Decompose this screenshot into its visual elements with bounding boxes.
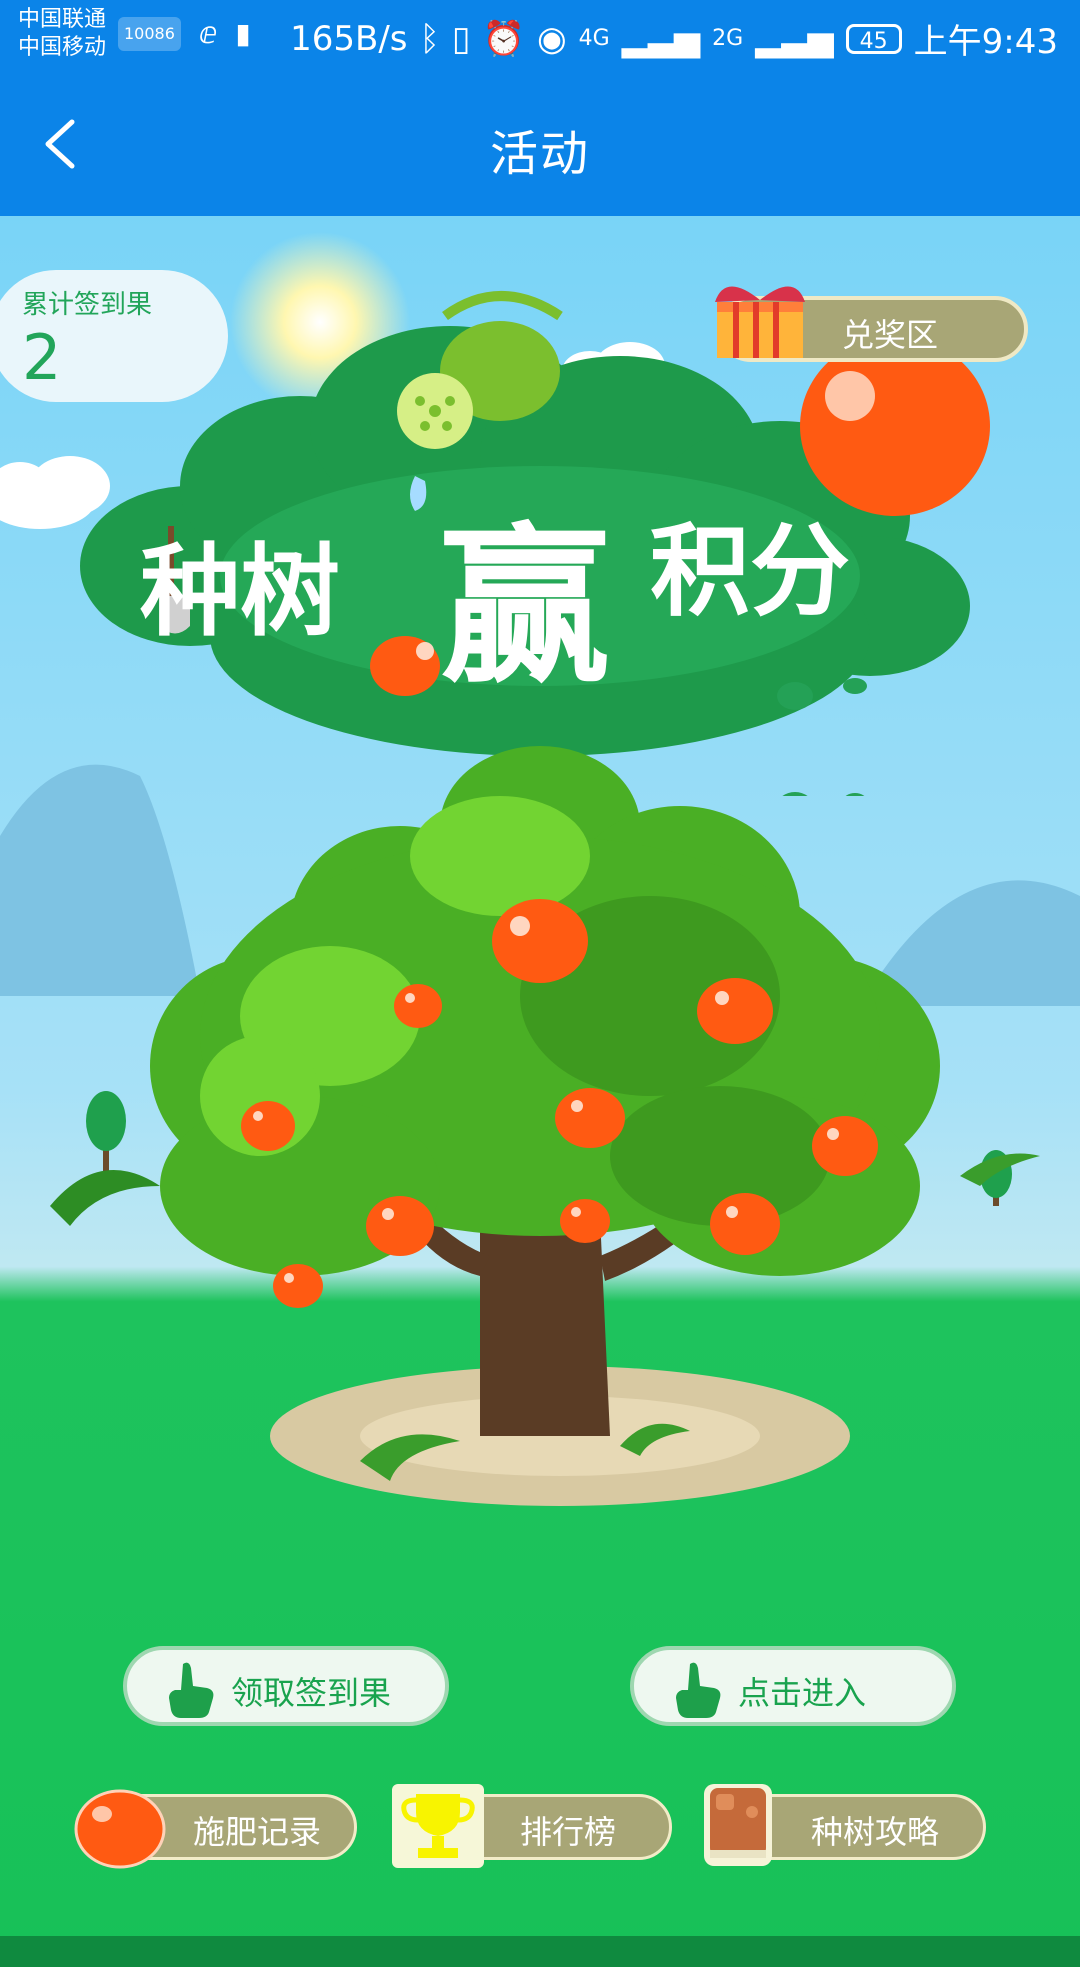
collect-label: 领取签到果 [231, 1674, 392, 1712]
status-right-icons: 165B/s ᛒ ▯ ⏰ ◉ 4G ▂▃▅ 2G ▂▃▅ 45 上午9:43 [290, 14, 1058, 63]
clock: 上午9:43 [913, 22, 1058, 62]
banner-text-2: 赢 [440, 509, 610, 707]
battery-alert-icon: ▮ [235, 17, 251, 50]
eye-icon: ◉ [536, 18, 567, 59]
guide-book-icon[interactable] [700, 1780, 776, 1870]
big-fruit-decoration [800, 336, 990, 516]
game-scene: 种树 赢 积分 累计签到果 2 兑奖区 领取签到果 点击进入 施肥记录 排行榜 … [0, 216, 1080, 1967]
trophy-icon[interactable] [388, 1780, 488, 1872]
sign-in-label: 累计签到果 [22, 290, 153, 320]
app-header: 活动 [0, 74, 1080, 216]
hd-icon: 10086 [118, 16, 181, 51]
enter-button[interactable]: 点击进入 [630, 1646, 956, 1726]
fruit-icon [366, 1196, 434, 1256]
bottom-strip [0, 1936, 1080, 1967]
vibrate-icon: ▯ [451, 18, 471, 59]
carrier-2: 中国移动 [18, 35, 107, 60]
status-bar: 中国联通 中国移动 10086 ⅇ ▮ 165B/s ᛒ ▯ ⏰ ◉ 4G ▂▃… [0, 0, 1080, 74]
bluetooth-icon: ᛒ [419, 18, 440, 59]
fruit-icon [560, 1199, 610, 1243]
fruit-icon [394, 984, 442, 1028]
collect-sign-in-fruit-button[interactable]: 领取签到果 [123, 1646, 449, 1726]
enter-label: 点击进入 [738, 1674, 867, 1712]
signal-4g-icon: 4G [578, 26, 610, 51]
gift-box-icon[interactable] [705, 262, 815, 362]
battery-icon: 45 [845, 23, 902, 54]
carrier-info: 中国联通 中国移动 [18, 6, 106, 62]
fruit-icon [710, 1193, 780, 1255]
banner-text-3: 积分 [650, 513, 850, 630]
sign-in-counter: 累计签到果 2 [0, 270, 228, 402]
signal-bars-icon: ▂▃▅ [621, 18, 701, 59]
hand-pointer-icon [676, 1662, 721, 1718]
status-left-icons: 10086 ⅇ ▮ [118, 16, 251, 51]
hand-pointer-icon [169, 1662, 214, 1718]
fertilize-label: 施肥记录 [193, 1813, 322, 1851]
carrier-1: 中国联通 [18, 7, 107, 32]
network-speed: 165B/s [290, 18, 408, 59]
page-title: 活动 [489, 126, 590, 182]
fruit-icon [241, 1101, 295, 1151]
fruit-icon-button[interactable] [72, 1786, 168, 1872]
banner-text-1: 种树 [140, 533, 340, 650]
fruit-icon [555, 1088, 625, 1148]
e-icon: ⅇ [198, 16, 218, 51]
exchange-label: 兑奖区 [842, 316, 939, 354]
ranking-label: 排行榜 [520, 1813, 617, 1851]
fruit-icon [812, 1116, 878, 1176]
fruit-icon [697, 978, 773, 1044]
signal-bars-icon-2: ▂▃▅ [755, 18, 834, 59]
leaf-icon [777, 682, 813, 710]
fruit-icon [492, 899, 588, 983]
sign-in-count: 2 [22, 321, 62, 394]
guide-label: 种树攻略 [811, 1813, 940, 1851]
fruit-icon [273, 1264, 323, 1308]
fruit-tree[interactable] [0, 736, 1080, 1536]
alarm-icon: ⏰ [482, 18, 525, 59]
signal-2g-icon: 2G [712, 26, 744, 51]
